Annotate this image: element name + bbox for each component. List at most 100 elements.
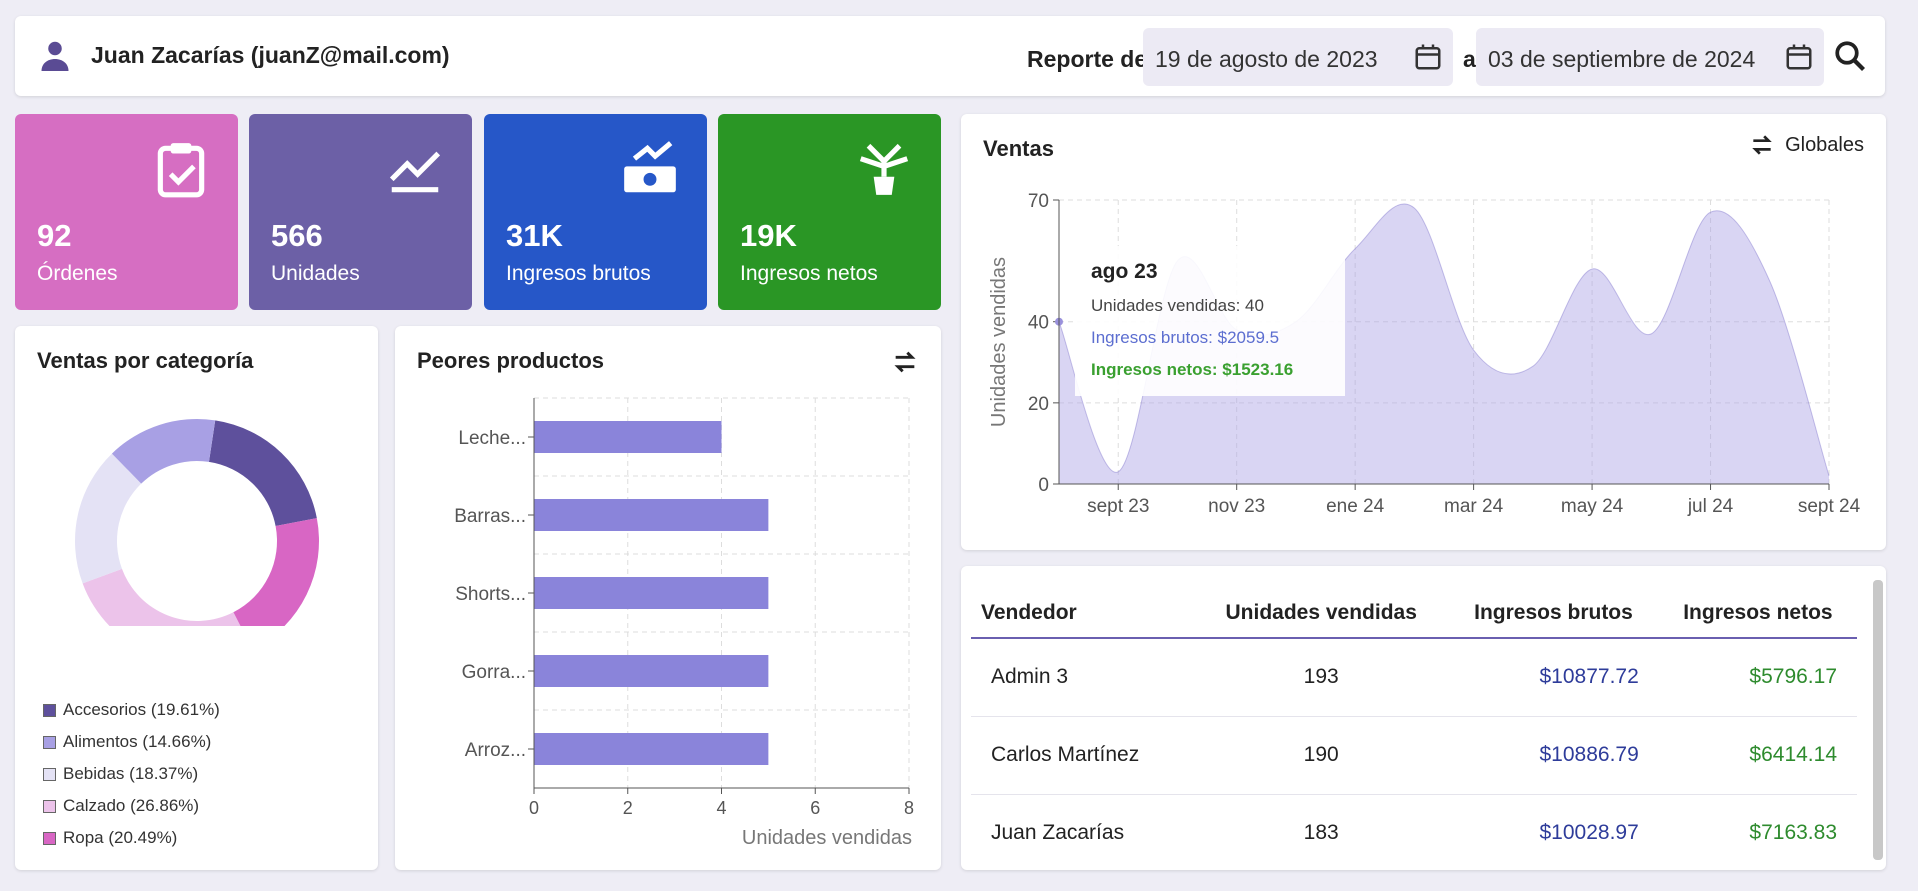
cash-up-icon (624, 141, 676, 193)
y-tick-label: Barras... (454, 506, 526, 527)
y-tick-label: 0 (1038, 475, 1049, 496)
legend-label: Bebidas (18.37%) (63, 764, 199, 783)
col-header-gross[interactable]: Ingresos brutos (1448, 588, 1659, 639)
date-to-field[interactable]: 03 de septiembre de 2024 (1476, 28, 1824, 86)
legend-item[interactable]: Bebidas (18.37%) (43, 758, 220, 790)
tooltip-gross: Ingresos brutos: $2059.5 (1091, 328, 1280, 347)
legend-item[interactable]: Calzado (26.86%) (43, 790, 220, 822)
legend-label: Ropa (20.49%) (63, 828, 178, 847)
category-panel: Ventas por categoría Accesorios (19.61%)… (15, 326, 378, 870)
user-icon (41, 41, 69, 71)
legend-item[interactable]: Ropa (20.49%) (43, 822, 220, 854)
y-tick-label: Arroz... (465, 740, 526, 761)
seller-gross: $10028.97 (1448, 794, 1659, 870)
date-from-value: 19 de agosto de 2023 (1155, 46, 1378, 72)
y-axis-label: Unidades vendidas (988, 257, 1010, 427)
seller-net: $7163.83 (1658, 794, 1857, 870)
legend-swatch (43, 735, 56, 749)
plant-money-icon (859, 143, 909, 195)
date-separator: a (1463, 46, 1476, 72)
stat-value: 31K (506, 218, 563, 253)
sellers-table: Vendedor Unidades vendidas Ingresos brut… (971, 588, 1857, 870)
legend-label: Alimentos (14.66%) (63, 732, 212, 751)
x-tick-label: 6 (810, 798, 820, 818)
y-tick-label: Leche... (458, 428, 526, 449)
worst-products-chart: 0 2 4 6 8 Leche... Barras... Shorts... Gorra... A… (454, 397, 914, 849)
seller-net: $5796.17 (1658, 638, 1857, 717)
search-icon[interactable] (1832, 38, 1868, 74)
seller-units: 193 (1194, 638, 1449, 717)
legend-label: Calzado (26.86%) (63, 796, 200, 815)
stat-value: 92 (37, 218, 72, 253)
y-tick-label: 70 (1028, 191, 1049, 212)
bar[interactable] (534, 733, 769, 765)
legend-swatch (43, 703, 56, 717)
report-label: Reporte de (1027, 46, 1148, 72)
table-row: Juan Zacarías 183 $10028.97 $7163.83 (971, 794, 1857, 870)
worst-products-panel: Peores productos 0 2 4 6 8 Leche... Barras... S… (395, 326, 941, 870)
sellers-table-panel: Vendedor Unidades vendidas Ingresos brut… (961, 566, 1886, 870)
clipboard-check-icon (157, 143, 205, 198)
bar[interactable] (534, 577, 769, 609)
date-to-value: 03 de septiembre de 2024 (1488, 46, 1756, 72)
x-tick-label: sept 24 (1798, 496, 1861, 517)
col-header-seller[interactable]: Vendedor (971, 588, 1195, 639)
tooltip-units: Unidades vendidas: 40 (1091, 296, 1264, 315)
x-tick-label: ene 24 (1326, 496, 1385, 517)
user-name: Juan Zacarías (juanZ@mail.com) (91, 42, 450, 68)
legend-item[interactable]: Accesorios (19.61%) (43, 694, 220, 726)
y-tick-label: Gorra... (462, 662, 526, 683)
bar[interactable] (534, 655, 769, 687)
donut-slice[interactable] (233, 518, 319, 626)
table-row: Carlos Martínez 190 $10886.79 $6414.14 (971, 716, 1857, 795)
col-header-net[interactable]: Ingresos netos (1658, 588, 1857, 639)
seller-name: Juan Zacarías (971, 794, 1195, 870)
legend-item[interactable]: Alimentos (14.66%) (43, 726, 220, 758)
stat-label: Ingresos netos (740, 262, 878, 285)
category-donut-chart (74, 419, 319, 626)
x-tick-label: sept 23 (1087, 496, 1149, 517)
table-row: Admin 3 193 $10877.72 $5796.17 (971, 638, 1857, 717)
col-header-units[interactable]: Unidades vendidas (1194, 588, 1449, 639)
x-tick-label: 4 (716, 798, 726, 818)
chart-tooltip: ago 23 Unidades vendidas: 40 Ingresos br… (1075, 246, 1345, 396)
seller-gross: $10877.72 (1448, 638, 1659, 717)
stat-value: 19K (740, 218, 797, 253)
category-legend: Accesorios (19.61%) Alimentos (14.66%) Beb… (43, 694, 220, 854)
x-tick-label: 8 (904, 798, 914, 818)
x-tick-label: 0 (529, 798, 539, 818)
tooltip-title: ago 23 (1091, 260, 1158, 283)
seller-net: $6414.14 (1658, 716, 1857, 795)
donut-slice[interactable] (208, 420, 317, 526)
calendar-icon[interactable] (1413, 42, 1443, 72)
y-tick-label: 20 (1028, 394, 1049, 415)
stat-label: Órdenes (37, 262, 118, 285)
legend-swatch (43, 831, 56, 845)
calendar-icon[interactable] (1784, 42, 1814, 72)
table-scrollbar[interactable] (1873, 580, 1883, 860)
date-from-field[interactable]: 19 de agosto de 2023 (1143, 28, 1453, 86)
trend-line-icon (389, 151, 441, 193)
x-tick-label: jul 24 (1687, 496, 1734, 517)
donut-slice[interactable] (82, 568, 253, 626)
tooltip-net: Ingresos netos: $1523.16 (1091, 360, 1294, 379)
stat-card-net: 19K Ingresos netos (718, 114, 941, 310)
legend-swatch (43, 799, 56, 813)
seller-name: Carlos Martínez (971, 716, 1195, 795)
bar[interactable] (534, 499, 769, 531)
x-tick-label: 2 (623, 798, 633, 818)
x-tick-label: nov 23 (1208, 496, 1265, 517)
stat-card-units: 566 Unidades (249, 114, 472, 310)
legend-swatch (43, 767, 56, 781)
bar[interactable] (534, 421, 722, 453)
x-axis-label: Unidades vendidas (742, 827, 912, 849)
report-header: Juan Zacarías (juanZ@mail.com) Reporte d… (15, 16, 1885, 96)
x-tick-label: mar 24 (1444, 496, 1504, 517)
stat-card-orders: 92 Órdenes (15, 114, 238, 310)
stat-value: 566 (271, 218, 323, 253)
legend-label: Accesorios (19.61%) (63, 700, 220, 719)
y-tick-label: 40 (1028, 313, 1049, 334)
seller-name: Admin 3 (971, 638, 1195, 717)
stat-card-gross: 31K Ingresos brutos (484, 114, 707, 310)
stat-label: Unidades (271, 262, 360, 285)
